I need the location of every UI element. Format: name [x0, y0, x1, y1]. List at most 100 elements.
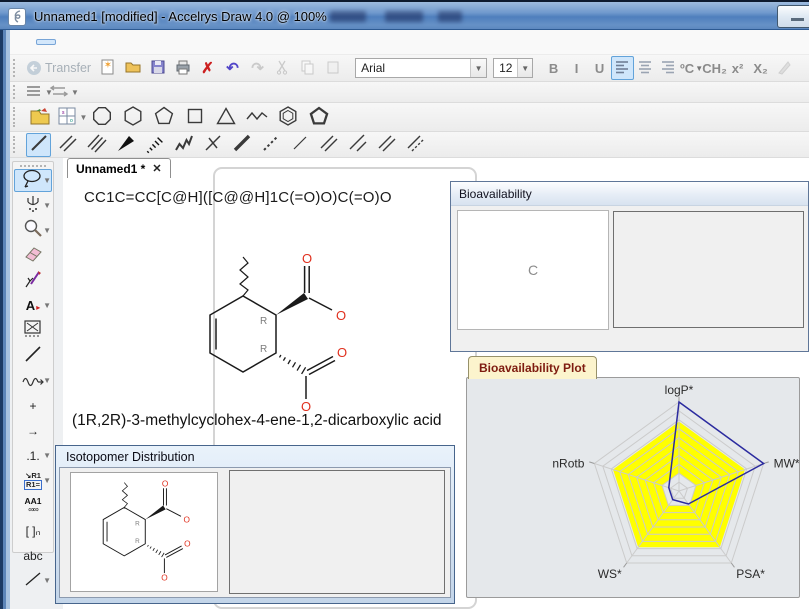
- condition-button[interactable]: ºC▼: [680, 56, 703, 80]
- radar-axis-label: nRotb: [552, 457, 584, 471]
- transfer-icon: [26, 60, 42, 76]
- cyclopentadiene-icon[interactable]: ▼: [305, 103, 333, 131]
- arrow-tool[interactable]: →▼: [14, 419, 52, 442]
- italic-button[interactable]: I▼: [565, 56, 588, 80]
- align-left-icon[interactable]: ▼: [611, 56, 634, 80]
- bold-button[interactable]: B▼: [542, 56, 565, 80]
- menu-item[interactable]: [146, 39, 166, 45]
- isotopomer-title: Isotopomer Distribution: [66, 450, 195, 464]
- sequence-tool: AA1∞∞: [24, 497, 41, 514]
- single-thin-bond-icon[interactable]: [287, 133, 312, 157]
- cyclooctane-icon[interactable]: ▼: [88, 103, 116, 131]
- align-center-icon[interactable]: ▼: [634, 56, 657, 80]
- cyclopropane-icon[interactable]: ▼: [212, 103, 240, 131]
- eraser-tool[interactable]: ▼: [14, 244, 52, 267]
- single-bond-tool[interactable]: ▼: [14, 344, 52, 367]
- benzene-icon[interactable]: ▼: [274, 103, 302, 131]
- cut-icon[interactable]: [270, 56, 295, 80]
- text-tool[interactable]: abc▼: [14, 544, 52, 567]
- template-library-icon[interactable]: ▼: [26, 103, 54, 131]
- chevron-down-icon: ▼: [43, 301, 51, 310]
- isotopomer-title-bar[interactable]: Isotopomer Distribution: [59, 447, 451, 467]
- smiles-text[interactable]: CC1C=CC[C@H]([C@@H]1C(=O)O)C(=O)O: [84, 189, 392, 206]
- cyclohexane-icon[interactable]: ▼: [119, 103, 147, 131]
- copy-icon[interactable]: [295, 56, 320, 80]
- chain-icon[interactable]: ▼: [243, 103, 271, 131]
- single-bond-icon: [28, 132, 50, 157]
- aromatic-bond-icon[interactable]: [403, 133, 428, 157]
- plus-tool[interactable]: +▼: [14, 394, 52, 417]
- font-size-select[interactable]: 12 ▼: [493, 58, 533, 78]
- template-library-icon: [28, 104, 52, 131]
- wavy-bond-icon[interactable]: [171, 133, 196, 157]
- zoom-tool[interactable]: ▼: [14, 219, 52, 242]
- toolbar-grip[interactable]: [13, 107, 21, 127]
- wavy-arrow-tool[interactable]: ▼: [14, 369, 52, 392]
- menu-item[interactable]: [80, 39, 100, 45]
- menu-item[interactable]: [14, 39, 34, 45]
- palette-grip[interactable]: [20, 165, 46, 167]
- toolbar-grip[interactable]: [13, 136, 21, 154]
- compound-name-text[interactable]: (1R,2R)-3-methylcyclohex-4-ene-1,2-dicar…: [72, 412, 442, 430]
- superscript-button[interactable]: x²▼: [726, 56, 749, 80]
- ch2-button[interactable]: CH₂▼: [703, 56, 726, 80]
- subscript-button[interactable]: X₂▼: [749, 56, 772, 80]
- underline-button[interactable]: U▼: [588, 56, 611, 80]
- fragment-tool[interactable]: ▼: [14, 194, 52, 217]
- single-bond-icon[interactable]: [26, 133, 51, 157]
- pen-button[interactable]: ▼: [772, 56, 795, 80]
- document-tab[interactable]: Unnamed1 * ✕: [67, 158, 171, 178]
- molecule-structure[interactable]: O O O O R R: [200, 245, 350, 420]
- atom-tool[interactable]: A▸▼: [14, 294, 52, 317]
- dashed-bond-icon[interactable]: [258, 133, 283, 157]
- print-icon[interactable]: [170, 56, 195, 80]
- table-template-icon[interactable]: so▼: [57, 103, 85, 131]
- menu-item[interactable]: [36, 39, 56, 45]
- paste-icon[interactable]: [320, 56, 345, 80]
- fragment-tool: [22, 193, 44, 218]
- triple-bond-icon[interactable]: [84, 133, 109, 157]
- menu-item[interactable]: [124, 39, 144, 45]
- numbering-tool[interactable]: .1.▼: [14, 444, 52, 467]
- open-file-icon[interactable]: [120, 56, 145, 80]
- delete-icon[interactable]: ✗: [195, 56, 220, 80]
- cyclopentane-icon[interactable]: ▼: [150, 103, 178, 131]
- toolbar-grip[interactable]: [13, 59, 21, 77]
- menu-item[interactable]: [58, 39, 78, 45]
- sketch-tool[interactable]: ▼: [14, 319, 52, 342]
- bracket-tool[interactable]: [ ]ₙ▼: [14, 519, 52, 542]
- line-tool[interactable]: ▼: [14, 569, 52, 592]
- menu-item[interactable]: [102, 39, 122, 45]
- ring-toolbar: ▼ so▼▼▼▼▼▼▼▼▼: [10, 103, 809, 132]
- font-size-value: 12: [494, 61, 517, 75]
- double-offset-bond-icon[interactable]: [345, 133, 370, 157]
- tab-close-icon[interactable]: ✕: [152, 162, 161, 175]
- redo-icon[interactable]: ↷: [245, 56, 270, 80]
- new-document-icon[interactable]: ✶: [95, 56, 120, 80]
- minimize-button[interactable]: [777, 5, 809, 28]
- either-bond-icon[interactable]: [200, 133, 225, 157]
- cyclobutane-icon[interactable]: ▼: [181, 103, 209, 131]
- plot-tab[interactable]: Bioavailability Plot: [468, 356, 597, 379]
- sequence-tool[interactable]: AA1∞∞▼: [14, 494, 52, 517]
- svg-text:o: o: [70, 118, 73, 124]
- wedge-up-bond-icon[interactable]: [113, 133, 138, 157]
- resize-arrows-icon[interactable]: ▼: [51, 80, 76, 104]
- undo-icon[interactable]: ↶: [220, 56, 245, 80]
- font-family-select[interactable]: Arial ▼: [355, 58, 487, 78]
- bold-bond-icon[interactable]: [229, 133, 254, 157]
- title-bar[interactable]: Unnamed1 [modified] - Accelrys Draw 4.0 …: [0, 0, 809, 30]
- pen-tool[interactable]: ▼: [14, 269, 52, 292]
- double-even-bond-icon[interactable]: [316, 133, 341, 157]
- lasso-select-tool[interactable]: ▼: [14, 169, 52, 192]
- bioavailability-window: Bioavailability C: [450, 181, 809, 352]
- wedge-hash-bond-icon[interactable]: [142, 133, 167, 157]
- transfer-button[interactable]: Transfer: [26, 60, 91, 76]
- rgroup-tool[interactable]: ↘R1R1=▼: [14, 469, 52, 492]
- double-bond-2-icon[interactable]: [374, 133, 399, 157]
- double-bond-icon[interactable]: [55, 133, 80, 157]
- align-right-icon[interactable]: ▼: [657, 56, 680, 80]
- bioavailability-title-bar[interactable]: Bioavailability: [451, 182, 808, 206]
- toolbar-grip[interactable]: [13, 85, 21, 99]
- save-icon[interactable]: [145, 56, 170, 80]
